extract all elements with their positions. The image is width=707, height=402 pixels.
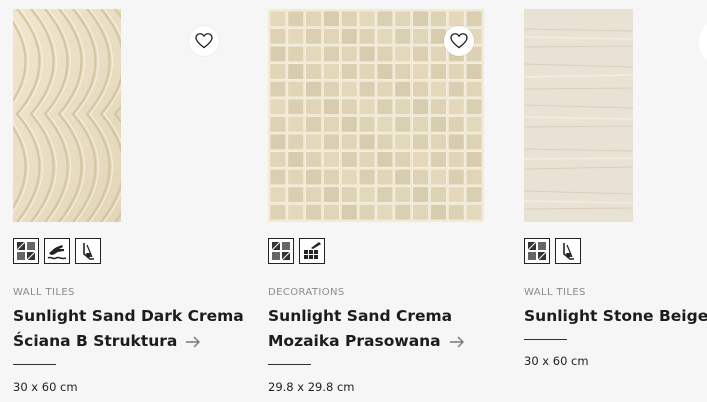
hand-wave-icon: [44, 238, 70, 264]
product-feature-icons: [268, 238, 325, 264]
product-name-line: Sunlight Stone Beige: [524, 307, 707, 325]
divider: [524, 339, 567, 340]
divider: [268, 364, 311, 365]
product-size: 30 x 60 cm: [524, 354, 589, 368]
product-size: 30 x 60 cm: [13, 380, 78, 394]
product-name-link[interactable]: Sunlight Sand Dark Crema Ściana B Strukt…: [13, 304, 253, 354]
product-category: WALL TILES: [524, 287, 586, 298]
wall-floor-tiles-icon: [268, 238, 294, 264]
product-image[interactable]: [524, 9, 633, 222]
product-feature-icons: [524, 238, 581, 264]
product-image[interactable]: [13, 9, 121, 222]
wall-floor-tiles-icon: [13, 238, 39, 264]
wall-floor-tiles-icon: [524, 238, 550, 264]
product-category: WALL TILES: [13, 287, 75, 298]
arrow-right-icon: [186, 336, 201, 347]
carousel-next-button[interactable]: [699, 22, 707, 62]
heart-icon: [450, 33, 468, 49]
product-name-line: Sunlight Sand Crema: [268, 307, 453, 325]
mosaic-icon: [299, 238, 325, 264]
product-feature-icons: [13, 238, 101, 264]
product-name-line: Mozaika Prasowana: [268, 332, 441, 350]
product-size: 29.8 x 29.8 cm: [268, 380, 355, 394]
finger-touch-icon: [75, 238, 101, 264]
heart-icon: [195, 33, 213, 49]
divider: [13, 364, 56, 365]
favorite-button[interactable]: [189, 26, 219, 56]
product-name-link[interactable]: Sunlight Sand Crema Mozaika Prasowana: [268, 304, 508, 354]
product-name-line: Sunlight Sand Dark Crema: [13, 307, 244, 325]
favorite-button[interactable]: [444, 26, 474, 56]
product-name-link[interactable]: Sunlight Stone Beige: [524, 304, 707, 329]
product-name-line: Ściana B Struktura: [13, 332, 178, 350]
product-category: DECORATIONS: [268, 287, 345, 298]
finger-touch-icon: [555, 238, 581, 264]
arrow-right-icon: [449, 336, 464, 347]
